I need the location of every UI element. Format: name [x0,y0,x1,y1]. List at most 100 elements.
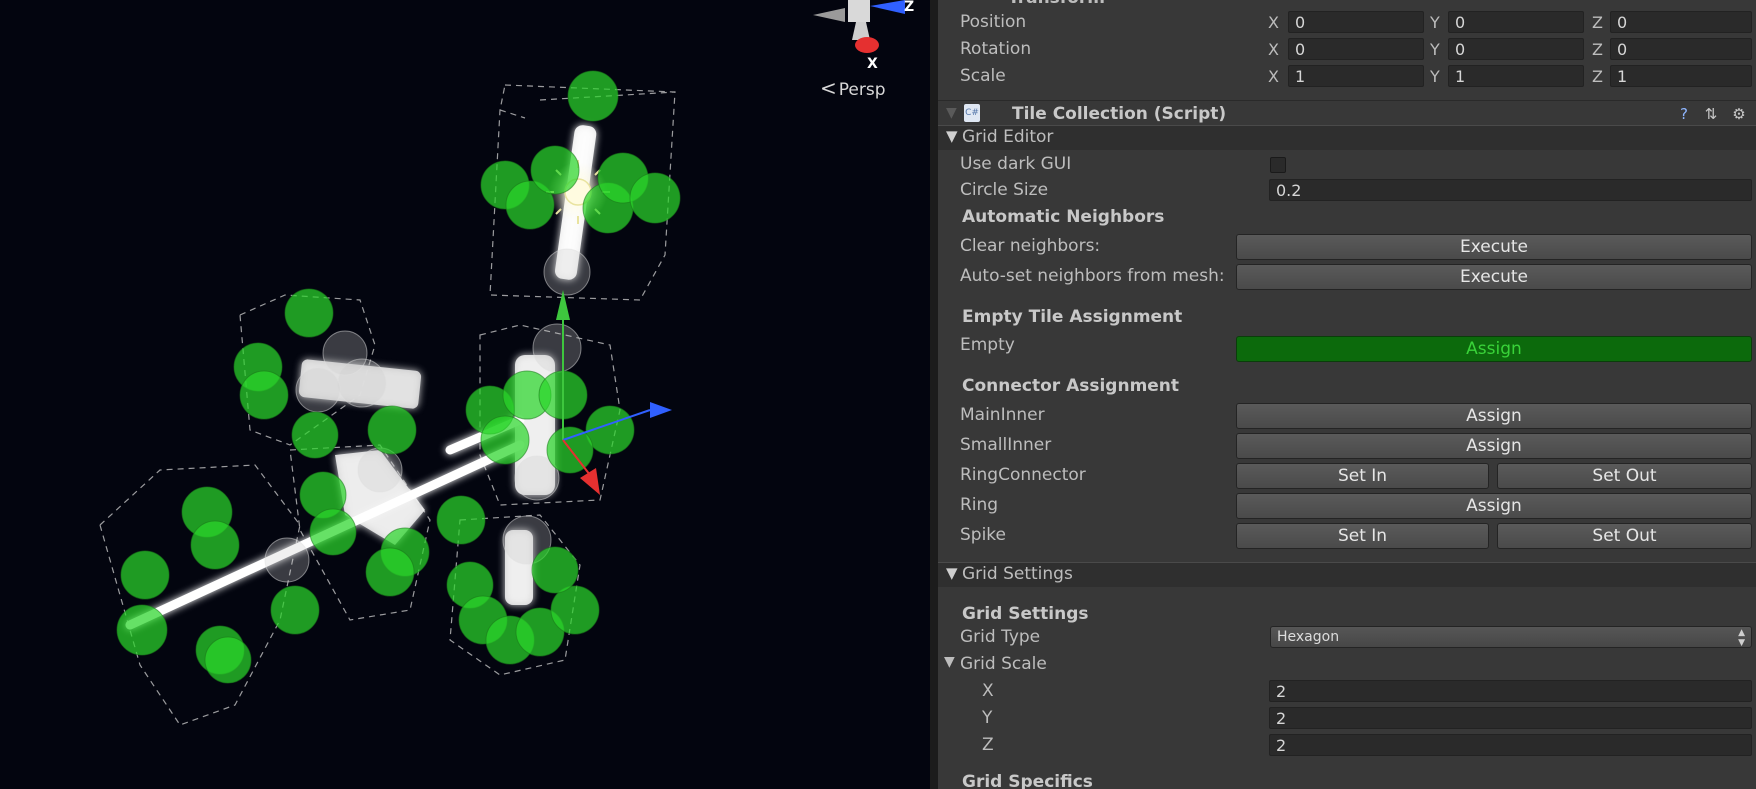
main-inner-assign-button[interactable]: Assign [1236,403,1752,429]
axis-y-label: Y [1430,13,1440,32]
circle-size-field[interactable]: 0.2 [1269,179,1752,201]
connector-label: Ring [960,495,999,515]
grid-scale-x-row: X 2 [938,679,1756,705]
grid-scale-z-label: Z [982,735,994,755]
gear-icon[interactable]: ⚙ [1730,105,1748,123]
chevron-left-icon: < [820,76,837,100]
empty-tile-heading: Empty Tile Assignment [962,307,1183,327]
grid-type-row: Grid Type Hexagon ▲ ▼ [938,625,1756,651]
use-dark-gui-checkbox[interactable] [1270,157,1286,173]
grid-scale-y-label: Y [982,708,993,728]
rotation-z-field[interactable]: 0 [1610,38,1752,60]
auto-set-neighbors-execute-button[interactable]: Execute [1236,264,1752,290]
scene-view[interactable]: Z X < Persp [0,0,930,789]
rotation-label: Rotation [960,39,1032,59]
transform-title: Transform [1008,0,1105,8]
scale-z-field[interactable]: 1 [1610,65,1752,87]
auto-set-neighbors-row: Auto-set neighbors from mesh: Execute [938,264,1756,290]
ring-assign-button[interactable]: Assign [1236,493,1752,519]
grid-scale-z-row: Z 2 [938,733,1756,759]
grid-settings-heading: Grid Settings [962,604,1089,624]
connector-label: MainInner [960,405,1045,425]
position-z-field[interactable]: 0 [1610,11,1752,33]
axis-z-label: Z [1592,67,1603,86]
panel-splitter[interactable] [930,0,938,789]
grid-scale-y-row: Y 2 [938,706,1756,732]
view-mode-toggle[interactable]: < Persp [820,76,886,100]
preset-icon[interactable]: ⇅ [1702,105,1720,123]
circle-size-row: Circle Size 0.2 [938,178,1756,204]
ring-connector-set-in-button[interactable]: Set In [1236,463,1489,489]
spike-set-out-button[interactable]: Set Out [1497,523,1752,549]
transform-scale-row: Scale X 1 Y 1 Z 1 [938,64,1756,90]
view-mode-label: Persp [838,80,886,100]
scale-y-field[interactable]: 1 [1448,65,1584,87]
axis-z-label: Z [1592,40,1603,59]
grid-type-value: Hexagon [1277,629,1340,645]
empty-tile-heading-row: Empty Tile Assignment [938,305,1756,331]
connector-row-ring: Ring Assign [938,493,1756,519]
script-cs-icon: C# [964,104,980,122]
rotation-y-field[interactable]: 0 [1448,38,1584,60]
transform-rotation-row: Rotation X 0 Y 0 Z 0 [938,37,1756,63]
position-y-field[interactable]: 0 [1448,11,1584,33]
small-inner-assign-button[interactable]: Assign [1236,433,1752,459]
scale-x-field[interactable]: 1 [1288,65,1424,87]
transform-position-row: Position X 0 Y 0 Z 0 [938,10,1756,36]
connector-heading-row: Connector Assignment [938,374,1756,400]
foldout-arrow-icon[interactable]: ▼ [944,654,955,670]
ring-connector-set-out-button[interactable]: Set Out [1497,463,1752,489]
connector-row-small-inner: SmallInner Assign [938,433,1756,459]
rotation-x-field[interactable]: 0 [1288,38,1424,60]
axis-z-label: Z [1592,13,1603,32]
help-icon[interactable]: ? [1675,105,1693,123]
grid-scale-row[interactable]: ▼ Grid Scale [938,652,1756,678]
foldout-arrow-icon[interactable]: ▼ [946,564,958,582]
grid-editor-section[interactable]: ▼ Grid Editor [938,125,1756,150]
grid-editor-label: Grid Editor [962,127,1054,147]
grid-specifics-heading-row: Grid Specifics [938,770,1756,789]
auto-neighbors-heading-row: Automatic Neighbors [938,205,1756,231]
dropdown-arrows-icon: ▲ ▼ [1738,628,1745,648]
clear-neighbors-row: Clear neighbors: Execute [938,234,1756,260]
gizmo-x-label: X [867,56,878,72]
grid-specifics-heading: Grid Specifics [962,772,1093,789]
connector-label: SmallInner [960,435,1052,455]
connector-row-ring-connector: RingConnector Set In Set Out [938,463,1756,489]
axis-y-label: Y [1430,67,1440,86]
grid-type-dropdown[interactable]: Hexagon ▲ ▼ [1270,626,1752,648]
connector-heading: Connector Assignment [962,376,1180,396]
connector-label: Spike [960,525,1007,545]
connector-row-spike: Spike Set In Set Out [938,523,1756,549]
tile-collection-header[interactable]: ▼ C# Tile Collection (Script) ? ⇅ ⚙ [938,100,1756,127]
use-dark-gui-row: Use dark GUI [938,152,1756,178]
component-title: Tile Collection (Script) [1012,104,1227,124]
foldout-arrow-icon[interactable]: ▼ [946,105,957,121]
grid-scale-z-field[interactable]: 2 [1269,734,1752,756]
auto-set-neighbors-label: Auto-set neighbors from mesh: [960,266,1225,286]
view-gizmo-icon[interactable]: Z X [813,0,914,72]
position-x-field[interactable]: 0 [1288,11,1424,33]
inspector-panel: Transform Position X 0 Y 0 Z 0 Rotation … [938,0,1756,789]
scale-label: Scale [960,66,1006,86]
axis-x-label: X [1268,13,1279,32]
axis-x-label: X [1268,67,1279,86]
position-label: Position [960,12,1027,32]
connector-row-main-inner: MainInner Assign [938,403,1756,429]
empty-row: Empty Assign [938,333,1756,362]
empty-assign-button[interactable]: Assign [1236,336,1752,362]
use-dark-gui-label: Use dark GUI [960,154,1072,174]
grid-settings-section[interactable]: ▼ Grid Settings [938,562,1756,587]
grid-scale-label: Grid Scale [960,654,1047,674]
connector-label: RingConnector [960,465,1086,485]
spike-set-in-button[interactable]: Set In [1236,523,1489,549]
foldout-arrow-icon[interactable]: ▼ [946,127,958,145]
grid-scale-x-field[interactable]: 2 [1269,680,1752,702]
grid-settings-label: Grid Settings [962,564,1073,584]
grid-scale-y-field[interactable]: 2 [1269,707,1752,729]
clear-neighbors-label: Clear neighbors: [960,236,1101,256]
auto-neighbors-heading: Automatic Neighbors [962,207,1165,227]
empty-label: Empty [960,335,1015,355]
scene-canvas[interactable]: Z X [0,0,930,789]
clear-neighbors-execute-button[interactable]: Execute [1236,234,1752,260]
